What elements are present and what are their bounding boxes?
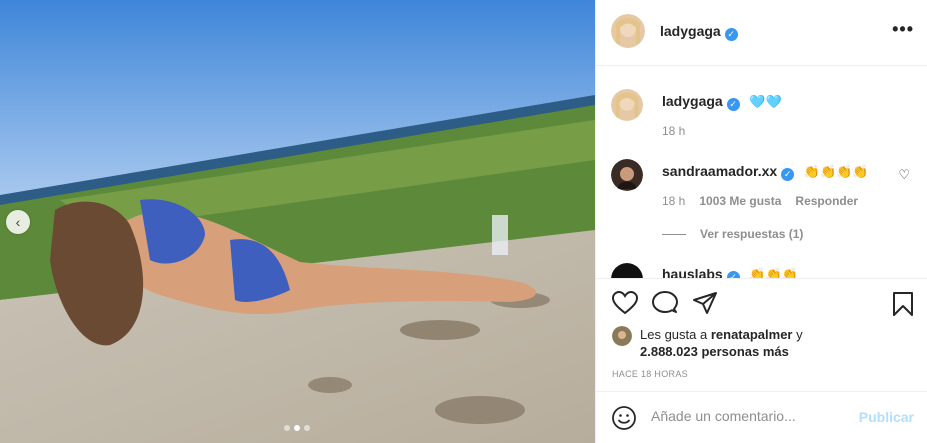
verified-badge-icon: ✓	[781, 168, 795, 181]
more-options-icon[interactable]: •••	[892, 20, 914, 38]
verified-badge-icon: ✓	[726, 271, 740, 278]
verified-badge-icon: ✓	[724, 28, 738, 41]
beach-photo	[0, 0, 595, 443]
comment-likes-count[interactable]: 1003 Me gusta	[699, 194, 781, 208]
comment-reply-button[interactable]: Responder	[795, 194, 858, 208]
likes-summary: Les gusta a renatapalmer y 2.888.023 per…	[612, 326, 803, 360]
post-actions: Les gusta a renatapalmer y 2.888.023 per…	[596, 278, 927, 388]
liker-avatar[interactable]	[612, 326, 632, 346]
caption-meta: 18 h	[662, 124, 685, 138]
carousel-dot[interactable]	[284, 425, 290, 431]
comment-like-heart-icon[interactable]: ♡	[898, 167, 910, 183]
verified-badge-icon: ✓	[726, 98, 740, 111]
author-username[interactable]: ladygaga ✓	[660, 23, 738, 41]
post-image[interactable]: ‹	[0, 0, 595, 443]
comment-text: 👏👏👏	[749, 267, 798, 278]
comment-username[interactable]: hauslabs	[662, 266, 723, 278]
comment-bubble-icon[interactable]	[652, 291, 678, 315]
save-bookmark-icon[interactable]	[892, 291, 914, 317]
comment-line: hauslabs ✓ 👏👏👏	[662, 266, 798, 278]
likes-text: Les gusta a renatapalmer y 2.888.023 per…	[640, 326, 803, 360]
liker-username[interactable]: renatapalmer	[711, 327, 793, 342]
caption-avatar[interactable]	[611, 89, 643, 121]
comment-time[interactable]: 18 h	[662, 194, 685, 208]
carousel-dot[interactable]	[304, 425, 310, 431]
caption-text: 🩵🩵	[749, 94, 782, 109]
likes-conjunction: y	[796, 327, 803, 342]
caption-time[interactable]: 18 h	[662, 124, 685, 138]
post-timestamp[interactable]: HACE 18 HORAS	[612, 369, 688, 379]
carousel-dot-active[interactable]	[294, 425, 300, 431]
likes-count[interactable]: 2.888.023 personas más	[640, 344, 789, 359]
comments-list: ladygaga ✓ 🩵🩵 18 h sandraamador.xx ✓ 👏👏👏👏 …	[596, 67, 927, 278]
post-side-panel: ladygaga ✓ ••• ladygaga ✓ 🩵🩵 18 h sandraam…	[595, 0, 927, 443]
carousel-dots	[284, 425, 310, 431]
publish-button[interactable]: Publicar	[859, 409, 914, 425]
post-header: ladygaga ✓ •••	[596, 0, 927, 66]
share-send-icon[interactable]	[692, 291, 718, 315]
view-replies-button[interactable]: Ver respuestas (1)	[662, 227, 803, 241]
comment-text: 👏👏👏👏	[803, 164, 869, 179]
comment-username[interactable]: sandraamador.xx	[662, 163, 777, 179]
like-heart-icon[interactable]	[612, 291, 638, 315]
add-comment-bar: Publicar	[596, 391, 927, 443]
author-avatar[interactable]	[611, 14, 645, 48]
comment-avatar[interactable]	[611, 159, 643, 191]
caption-line: ladygaga ✓ 🩵🩵	[662, 93, 782, 111]
author-username-text[interactable]: ladygaga	[660, 23, 721, 39]
likes-prefix: Les gusta a	[640, 327, 708, 342]
chevron-left-icon: ‹	[15, 214, 21, 230]
comment-avatar[interactable]	[611, 263, 643, 278]
caption-username[interactable]: ladygaga	[662, 93, 723, 109]
carousel-prev-button[interactable]: ‹	[6, 210, 30, 234]
replies-divider	[662, 233, 686, 235]
comment-input[interactable]	[651, 408, 851, 424]
view-replies-label[interactable]: Ver respuestas (1)	[700, 227, 803, 241]
emoji-smiley-icon[interactable]	[612, 406, 636, 430]
comment-meta: 18 h 1003 Me gusta Responder	[662, 194, 858, 208]
comment-line: sandraamador.xx ✓ 👏👏👏👏	[662, 163, 869, 181]
